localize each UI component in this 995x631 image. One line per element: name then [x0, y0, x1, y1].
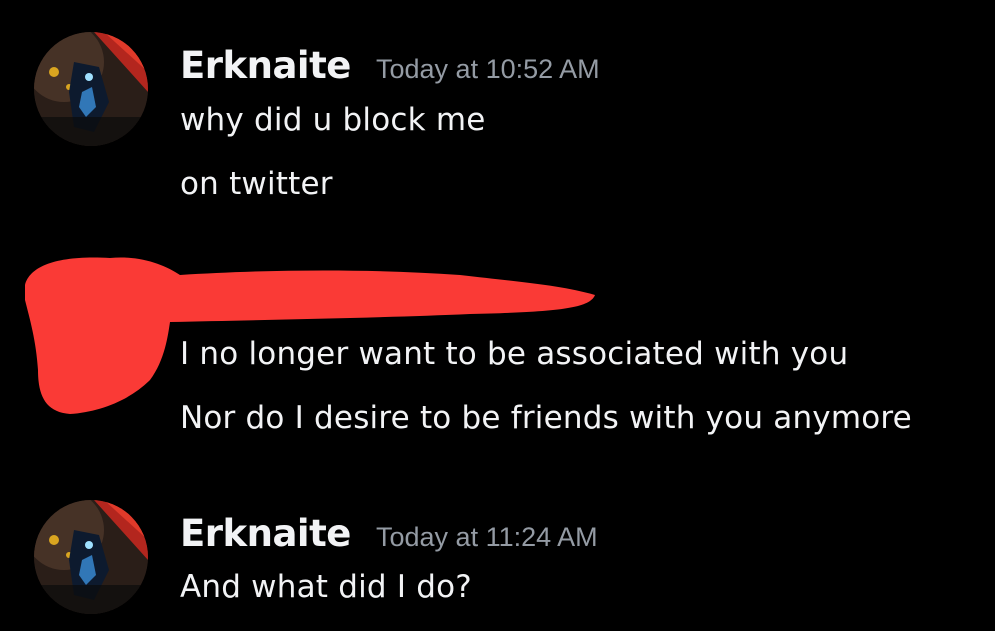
- timestamp[interactable]: Today at 11:24 AM: [376, 522, 598, 552]
- message-text: I no longer want to be associated with y…: [180, 336, 849, 372]
- message-text: Nor do I desire to be friends with you a…: [180, 400, 912, 436]
- username[interactable]: Erknaite: [180, 512, 351, 555]
- user-avatar-icon[interactable]: [34, 500, 148, 614]
- message-header: Erknaite Today at 11:24 AM: [180, 512, 598, 555]
- message-text: And what did I do?: [180, 569, 472, 605]
